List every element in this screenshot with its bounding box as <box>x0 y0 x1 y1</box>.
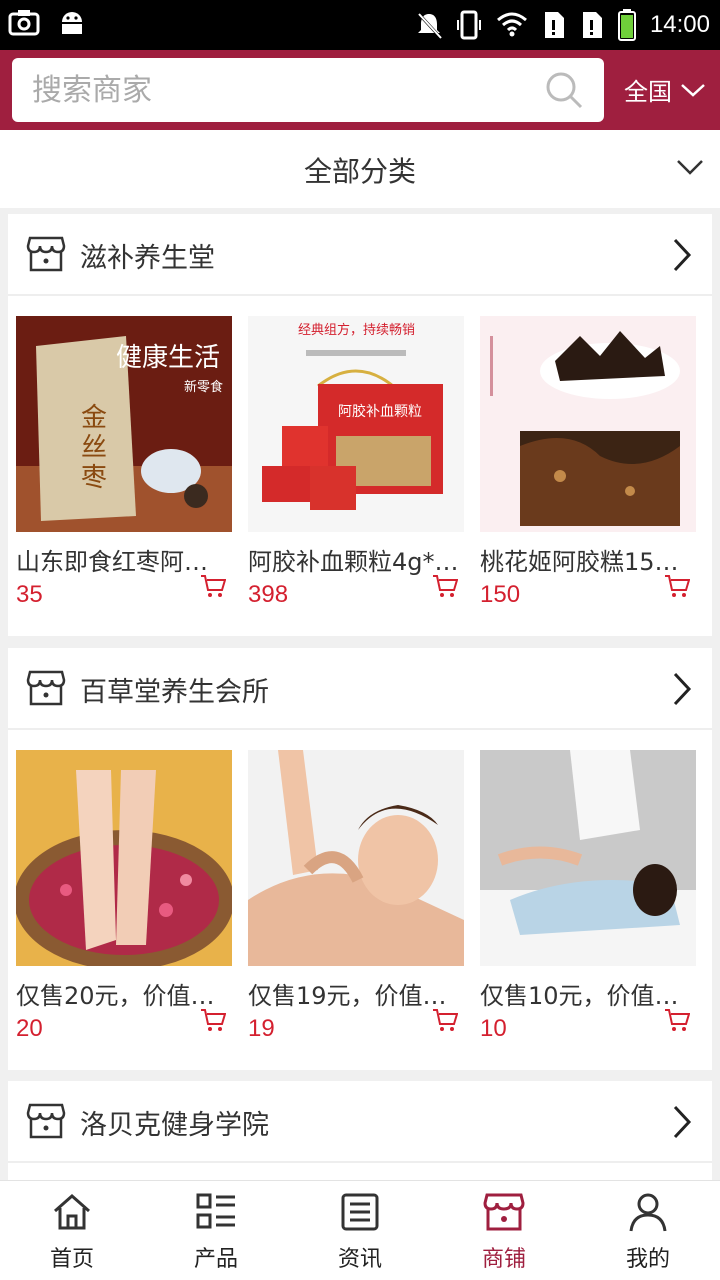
store-card: 百草堂养生会所 仅售20元，价值7… 20 仅售19元，价值3… 19 仅售10… <box>8 648 712 1070</box>
tab-home[interactable]: 首页 <box>0 1181 144 1280</box>
svg-text:金: 金 <box>81 403 107 433</box>
cart-icon[interactable] <box>200 1008 227 1036</box>
tab-label: 我的 <box>625 1247 670 1272</box>
grid-icon <box>195 1191 237 1237</box>
product-card[interactable]: 金 丝 枣 健康生活 新零食 山东即食红枣阿… 35 <box>16 316 232 609</box>
cart-icon[interactable] <box>664 1008 691 1036</box>
store-header[interactable]: 百草堂养生会所 <box>8 648 712 730</box>
category-filter[interactable]: 全部分类 <box>0 130 720 208</box>
svg-text:丝: 丝 <box>81 433 107 463</box>
product-card[interactable]: 桃花姬阿胶糕150… 150 <box>480 316 696 609</box>
store-name: 洛贝克健身学院 <box>80 1110 269 1141</box>
mute-icon <box>416 11 442 39</box>
screenshot-icon <box>8 8 40 36</box>
vibrate-icon <box>456 10 482 40</box>
tab-label: 首页 <box>49 1247 94 1272</box>
product-image[interactable] <box>16 750 232 966</box>
home-icon <box>51 1191 93 1237</box>
clock: 14:00 <box>649 11 710 38</box>
tab-label: 资讯 <box>337 1247 382 1272</box>
tab-shops[interactable]: 商铺 <box>432 1181 576 1280</box>
store-header[interactable]: 滋补养生堂 <box>8 214 712 296</box>
chevron-right-icon[interactable] <box>672 672 692 710</box>
chevron-down-icon <box>680 76 706 104</box>
store-header[interactable]: 洛贝克健身学院 <box>8 1081 712 1163</box>
header: 全国 <box>0 50 720 130</box>
chevron-right-icon[interactable] <box>672 238 692 276</box>
product-card[interactable]: 经典组方，持续畅销 阿胶补血颗粒 阿胶补血颗粒4g*… 398 <box>248 316 464 609</box>
status-bar: 14:00 <box>0 0 720 50</box>
product-card[interactable]: 仅售19元，价值3… 19 <box>248 750 464 1043</box>
shop-icon <box>26 1101 66 1145</box>
product-name: 仅售19元，价值3… <box>248 982 460 1010</box>
store-card: 洛贝克健身学院 <box>8 1081 712 1180</box>
tab-mine[interactable]: 我的 <box>576 1181 720 1280</box>
product-name: 山东即食红枣阿… <box>16 548 208 576</box>
product-name: 仅售10元，价值3… <box>480 982 692 1010</box>
sim1-icon <box>542 10 566 40</box>
svg-text:健康生活: 健康生活 <box>116 343 220 373</box>
cart-icon[interactable] <box>432 1008 459 1036</box>
category-title: 全部分类 <box>303 155 416 188</box>
svg-text:阿胶补血颗粒: 阿胶补血颗粒 <box>338 403 422 420</box>
region-selector[interactable]: 全国 <box>624 72 706 107</box>
product-row: 金 丝 枣 健康生活 新零食 山东即食红枣阿… 35 经典组方，持续畅销 阿胶补… <box>8 296 712 636</box>
product-image[interactable] <box>248 750 464 966</box>
search-box[interactable] <box>12 58 604 122</box>
svg-text:经典组方，持续畅销: 经典组方，持续畅销 <box>298 322 415 338</box>
tab-news[interactable]: 资讯 <box>288 1181 432 1280</box>
user-icon <box>627 1191 669 1237</box>
product-card[interactable]: 仅售10元，价值3… 10 <box>480 750 696 1043</box>
store-name: 百草堂养生会所 <box>80 677 269 708</box>
wifi-icon <box>496 12 528 38</box>
product-name: 桃花姬阿胶糕150… <box>480 548 692 576</box>
sim2-icon <box>580 10 604 40</box>
svg-text:新零食: 新零食 <box>184 379 223 395</box>
search-icon[interactable] <box>544 70 584 114</box>
region-label: 全国 <box>624 78 672 106</box>
product-image[interactable]: 经典组方，持续畅销 阿胶补血颗粒 <box>248 316 464 532</box>
chevron-right-icon[interactable] <box>672 1105 692 1143</box>
android-icon <box>58 8 86 36</box>
shop-icon <box>483 1191 525 1237</box>
cart-icon[interactable] <box>664 574 691 602</box>
shop-icon <box>26 668 66 712</box>
bottom-nav: 首页 产品 资讯 商铺 我的 <box>0 1180 720 1280</box>
cart-icon[interactable] <box>200 574 227 602</box>
tab-products[interactable]: 产品 <box>144 1181 288 1280</box>
cart-icon[interactable] <box>432 574 459 602</box>
chevron-down-icon[interactable] <box>676 158 704 180</box>
product-card[interactable]: 仅售20元，价值7… 20 <box>16 750 232 1043</box>
product-name: 阿胶补血颗粒4g*… <box>248 548 459 576</box>
product-name: 仅售20元，价值7… <box>16 982 228 1010</box>
store-card: 滋补养生堂 金 丝 枣 健康生活 新零食 山东即食红枣阿… 35 经典组方，持续… <box>8 214 712 636</box>
product-image[interactable]: 金 丝 枣 健康生活 新零食 <box>16 316 232 532</box>
battery-icon <box>617 9 636 41</box>
tab-label: 商铺 <box>481 1247 526 1272</box>
product-image[interactable] <box>480 750 696 966</box>
news-icon <box>339 1191 381 1237</box>
svg-text:枣: 枣 <box>81 463 107 493</box>
tab-label: 产品 <box>193 1247 238 1272</box>
shop-icon <box>26 234 66 278</box>
product-image[interactable] <box>480 316 696 532</box>
search-input[interactable] <box>32 68 532 112</box>
store-name: 滋补养生堂 <box>80 243 215 274</box>
product-row: 仅售20元，价值7… 20 仅售19元，价值3… 19 仅售10元，价值3… 1… <box>8 730 712 1070</box>
